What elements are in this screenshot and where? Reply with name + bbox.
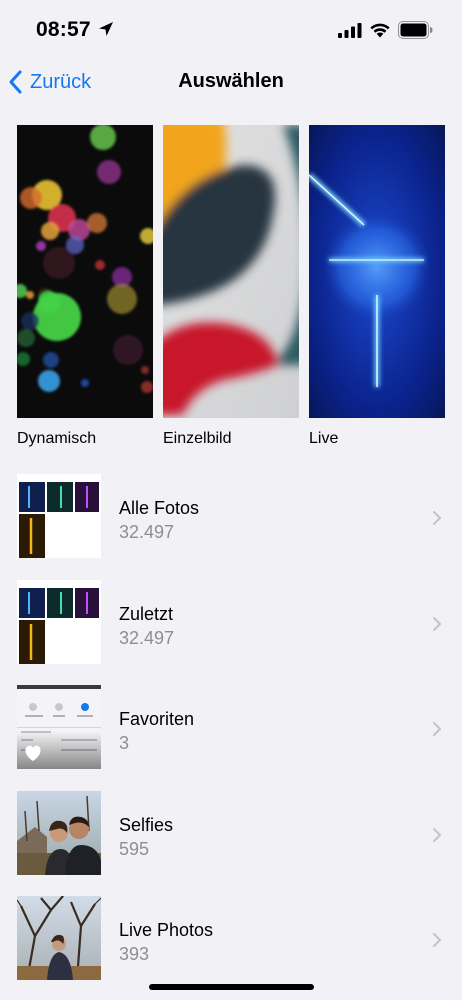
album-name: Selfies [119,814,174,835]
album-row-all-photos[interactable]: Alle Fotos 32.497 [0,468,462,574]
live-wallpaper-thumbnail [309,125,445,418]
album-list: Alle Fotos 32.497 Zuletzt 32.497 Favorit… [0,468,462,996]
album-name: Zuletzt [119,603,174,624]
album-thumbnail [17,790,101,875]
album-row-favorites[interactable]: Favoriten 3 [0,679,462,785]
status-bar: 08:57 [0,0,462,56]
chevron-right-icon [433,511,441,525]
wallpaper-categories: Dynamisch Einzelbild Live [17,125,445,455]
wallpaper-label: Live [309,430,339,447]
album-row-recents[interactable]: Zuletzt 32.497 [0,574,462,680]
album-row-live-photos[interactable]: Live Photos 393 [0,890,462,996]
home-indicator[interactable] [149,984,314,990]
screen: 08:57 Zurück Auswählen Dynamisch Einzelb… [0,0,462,1000]
album-thumbnail [17,579,101,664]
album-name: Favoriten [119,709,195,729]
wallpaper-still[interactable]: Einzelbild [163,125,299,448]
album-count: 32.497 [119,522,175,542]
location-arrow-icon [99,22,113,36]
album-name: Live Photos [119,920,214,940]
wallpaper-label: Dynamisch [17,430,97,447]
still-wallpaper-thumbnail [163,125,299,418]
cellular-signal-icon [338,23,362,38]
album-count: 32.497 [119,627,175,648]
navigation-bar: Zurück Auswählen [0,60,462,104]
album-count: 3 [119,733,130,753]
chevron-right-icon [433,616,441,631]
album-count: 595 [119,838,150,859]
chevron-right-icon [433,827,441,842]
album-thumbnail [17,685,101,769]
wifi-icon [370,23,390,38]
page-title: Auswählen [178,70,284,92]
wallpaper-dynamic[interactable]: Dynamisch [17,125,153,448]
wallpaper-label: Einzelbild [163,430,232,447]
album-name: Alle Fotos [119,498,200,518]
wallpaper-live[interactable]: Live [309,125,445,448]
album-thumbnail [17,474,101,558]
battery-icon [398,21,433,39]
status-time: 08:57 [36,18,91,41]
dynamic-wallpaper-thumbnail [17,125,153,418]
chevron-right-icon [433,722,441,736]
chevron-right-icon [433,933,441,947]
album-count: 393 [119,944,150,964]
album-row-selfies[interactable]: Selfies 595 [0,785,462,891]
album-thumbnail [17,896,101,980]
